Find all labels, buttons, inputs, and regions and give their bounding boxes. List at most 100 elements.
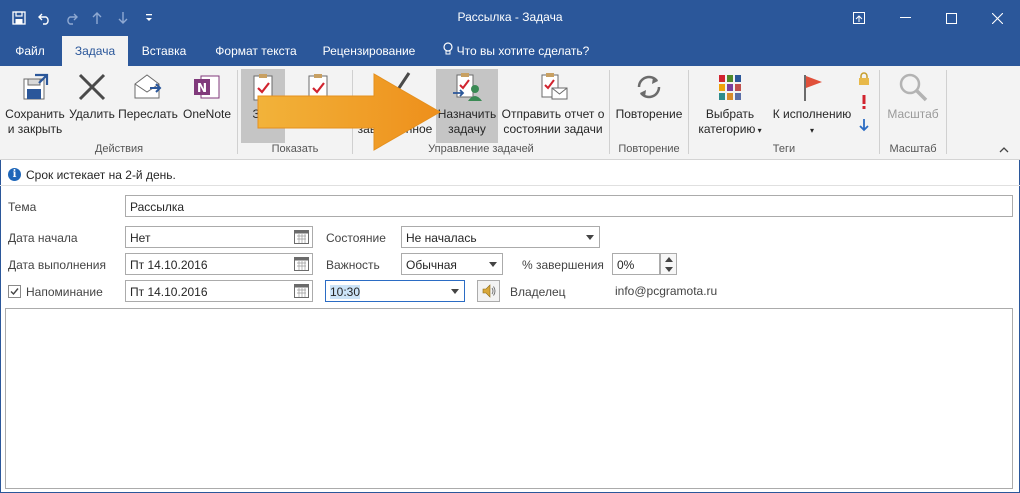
lightbulb-icon (443, 37, 453, 67)
reminder-label: Напоминание (26, 285, 103, 299)
assign-task-button[interactable]: Назначить задачу (436, 69, 498, 143)
calendar-icon[interactable] (294, 284, 309, 298)
priority-select[interactable]: Обычная (401, 253, 503, 275)
due-date-value: Пт 14.10.2016 (130, 258, 208, 272)
lock-private-icon[interactable] (856, 71, 872, 87)
tab-file[interactable]: Файл (6, 36, 54, 66)
reminder-time-select[interactable]: 10:30 (325, 280, 465, 302)
window-controls (836, 0, 1020, 36)
tab-format-text[interactable]: Формат текста (204, 36, 308, 66)
zoom-label: Масштаб (887, 107, 939, 121)
assign-task-label-1: Назначить (437, 107, 497, 121)
checkmark-icon (10, 288, 19, 296)
follow-up-button[interactable]: К исполнению ▾ (768, 69, 856, 143)
tell-me-search[interactable]: Что вы хотите сделать? (436, 36, 596, 66)
onenote-label: OneNote (182, 107, 232, 121)
ribbon-display-icon[interactable] (836, 0, 882, 36)
forward-label: Переслать (118, 107, 178, 121)
collapse-ribbon-icon[interactable] (996, 142, 1012, 158)
window-frame (0, 160, 1, 493)
calendar-icon[interactable] (294, 257, 309, 271)
start-date-input[interactable]: Нет (125, 226, 313, 248)
reminder-date-value: Пт 14.10.2016 (130, 285, 208, 299)
dropdown-arrow-icon: ▾ (755, 126, 762, 135)
tell-me-label: Что вы хотите сделать? (456, 44, 590, 58)
zoom-button[interactable]: Масштаб (883, 69, 943, 143)
send-status-report-button[interactable]: Отправить отчет о состоянии задачи (500, 69, 606, 143)
assign-task-label-2: задачу (448, 122, 486, 136)
details-clipboard-icon (302, 71, 334, 103)
recurrence-label: Повторение (615, 107, 683, 121)
onenote-button[interactable]: N OneNote (180, 69, 234, 143)
spin-down-icon[interactable] (665, 267, 673, 272)
percent-spinner[interactable] (660, 253, 677, 275)
reminder-checkbox[interactable] (8, 285, 21, 298)
dropdown-arrow-icon: ▾ (809, 126, 814, 135)
due-date-label: Дата выполнения (8, 258, 106, 272)
close-icon[interactable] (974, 0, 1020, 36)
delete-label: Удалить (69, 107, 115, 121)
task-view-button[interactable]: Зад (241, 69, 285, 143)
tab-review[interactable]: Рецензирование (316, 36, 422, 66)
save-close-label-2: и закрыть (7, 122, 63, 136)
categorize-label-2: категорию (698, 122, 756, 136)
status-report-icon (537, 71, 569, 103)
group-label-actions: Действия (94, 143, 144, 155)
tab-task[interactable]: Задача (62, 36, 128, 66)
reminder-date-input[interactable]: Пт 14.10.2016 (125, 280, 313, 302)
recurrence-icon (633, 71, 665, 103)
chevron-down-icon (489, 262, 497, 267)
group-label-manage-task: Управление задачей (428, 143, 534, 155)
ribbon-tabs: Файл Задача Вставка Формат текста Реценз… (0, 36, 1020, 66)
task-body-editor[interactable] (5, 308, 1013, 489)
chevron-down-icon (451, 289, 459, 294)
save-close-button[interactable]: Сохранить и закрыть (4, 69, 66, 143)
delete-button[interactable]: Удалить (68, 69, 116, 143)
forward-button[interactable]: Переслать (118, 69, 178, 143)
categorize-button[interactable]: Выбрать категорию ▾ (692, 69, 768, 143)
svg-text:N: N (197, 81, 207, 95)
group-separator (946, 70, 947, 154)
high-importance-icon[interactable] (856, 94, 872, 110)
send-report-label-2: состоянии задачи (503, 122, 603, 136)
tab-insert[interactable]: Вставка (134, 36, 194, 66)
subject-label: Тема (8, 200, 37, 214)
minimize-icon[interactable] (882, 0, 928, 36)
onenote-icon: N (191, 71, 223, 103)
group-separator (237, 70, 238, 154)
info-bar: i Срок истекает на 2-й день. (0, 162, 1020, 186)
recurrence-button[interactable]: Повторение (613, 69, 685, 143)
checkmark-icon (379, 71, 411, 103)
percent-complete-input[interactable]: 0% (612, 253, 660, 275)
group-separator (879, 70, 880, 154)
save-close-label-1: Сохранить (5, 107, 65, 121)
status-select[interactable]: Не началась (401, 226, 600, 248)
group-separator (609, 70, 610, 154)
delete-x-icon (76, 71, 108, 103)
start-date-label: Дата начала (8, 231, 78, 245)
maximize-icon[interactable] (928, 0, 974, 36)
owner-label: Владелец (510, 285, 566, 299)
priority-label: Важность (326, 258, 380, 272)
group-label-zoom: Масштаб (889, 143, 937, 155)
percent-complete-label: % завершения (522, 258, 604, 272)
reminder-time-value: 10:30 (330, 285, 361, 299)
assign-task-icon (451, 71, 483, 103)
mark-complete-button[interactable]: ак завершенное (356, 69, 434, 143)
mark-complete-label-2: завершенное (357, 122, 433, 136)
calendar-icon[interactable] (294, 230, 309, 244)
due-date-input[interactable]: Пт 14.10.2016 (125, 253, 313, 275)
low-importance-icon[interactable] (856, 117, 872, 133)
reminder-sound-button[interactable] (477, 280, 500, 302)
flag-icon (796, 71, 828, 103)
start-date-value: Нет (130, 231, 151, 245)
details-view-button[interactable] (290, 69, 346, 143)
magnifier-icon (897, 71, 929, 103)
spin-up-icon[interactable] (665, 257, 673, 262)
due-notice: Срок истекает на 2-й день. (26, 168, 176, 182)
group-separator (352, 70, 353, 154)
categories-icon (714, 71, 746, 103)
group-label-show: Показать (271, 143, 319, 155)
task-clipboard-icon (247, 71, 279, 103)
subject-input[interactable]: Рассылка (125, 195, 1013, 217)
